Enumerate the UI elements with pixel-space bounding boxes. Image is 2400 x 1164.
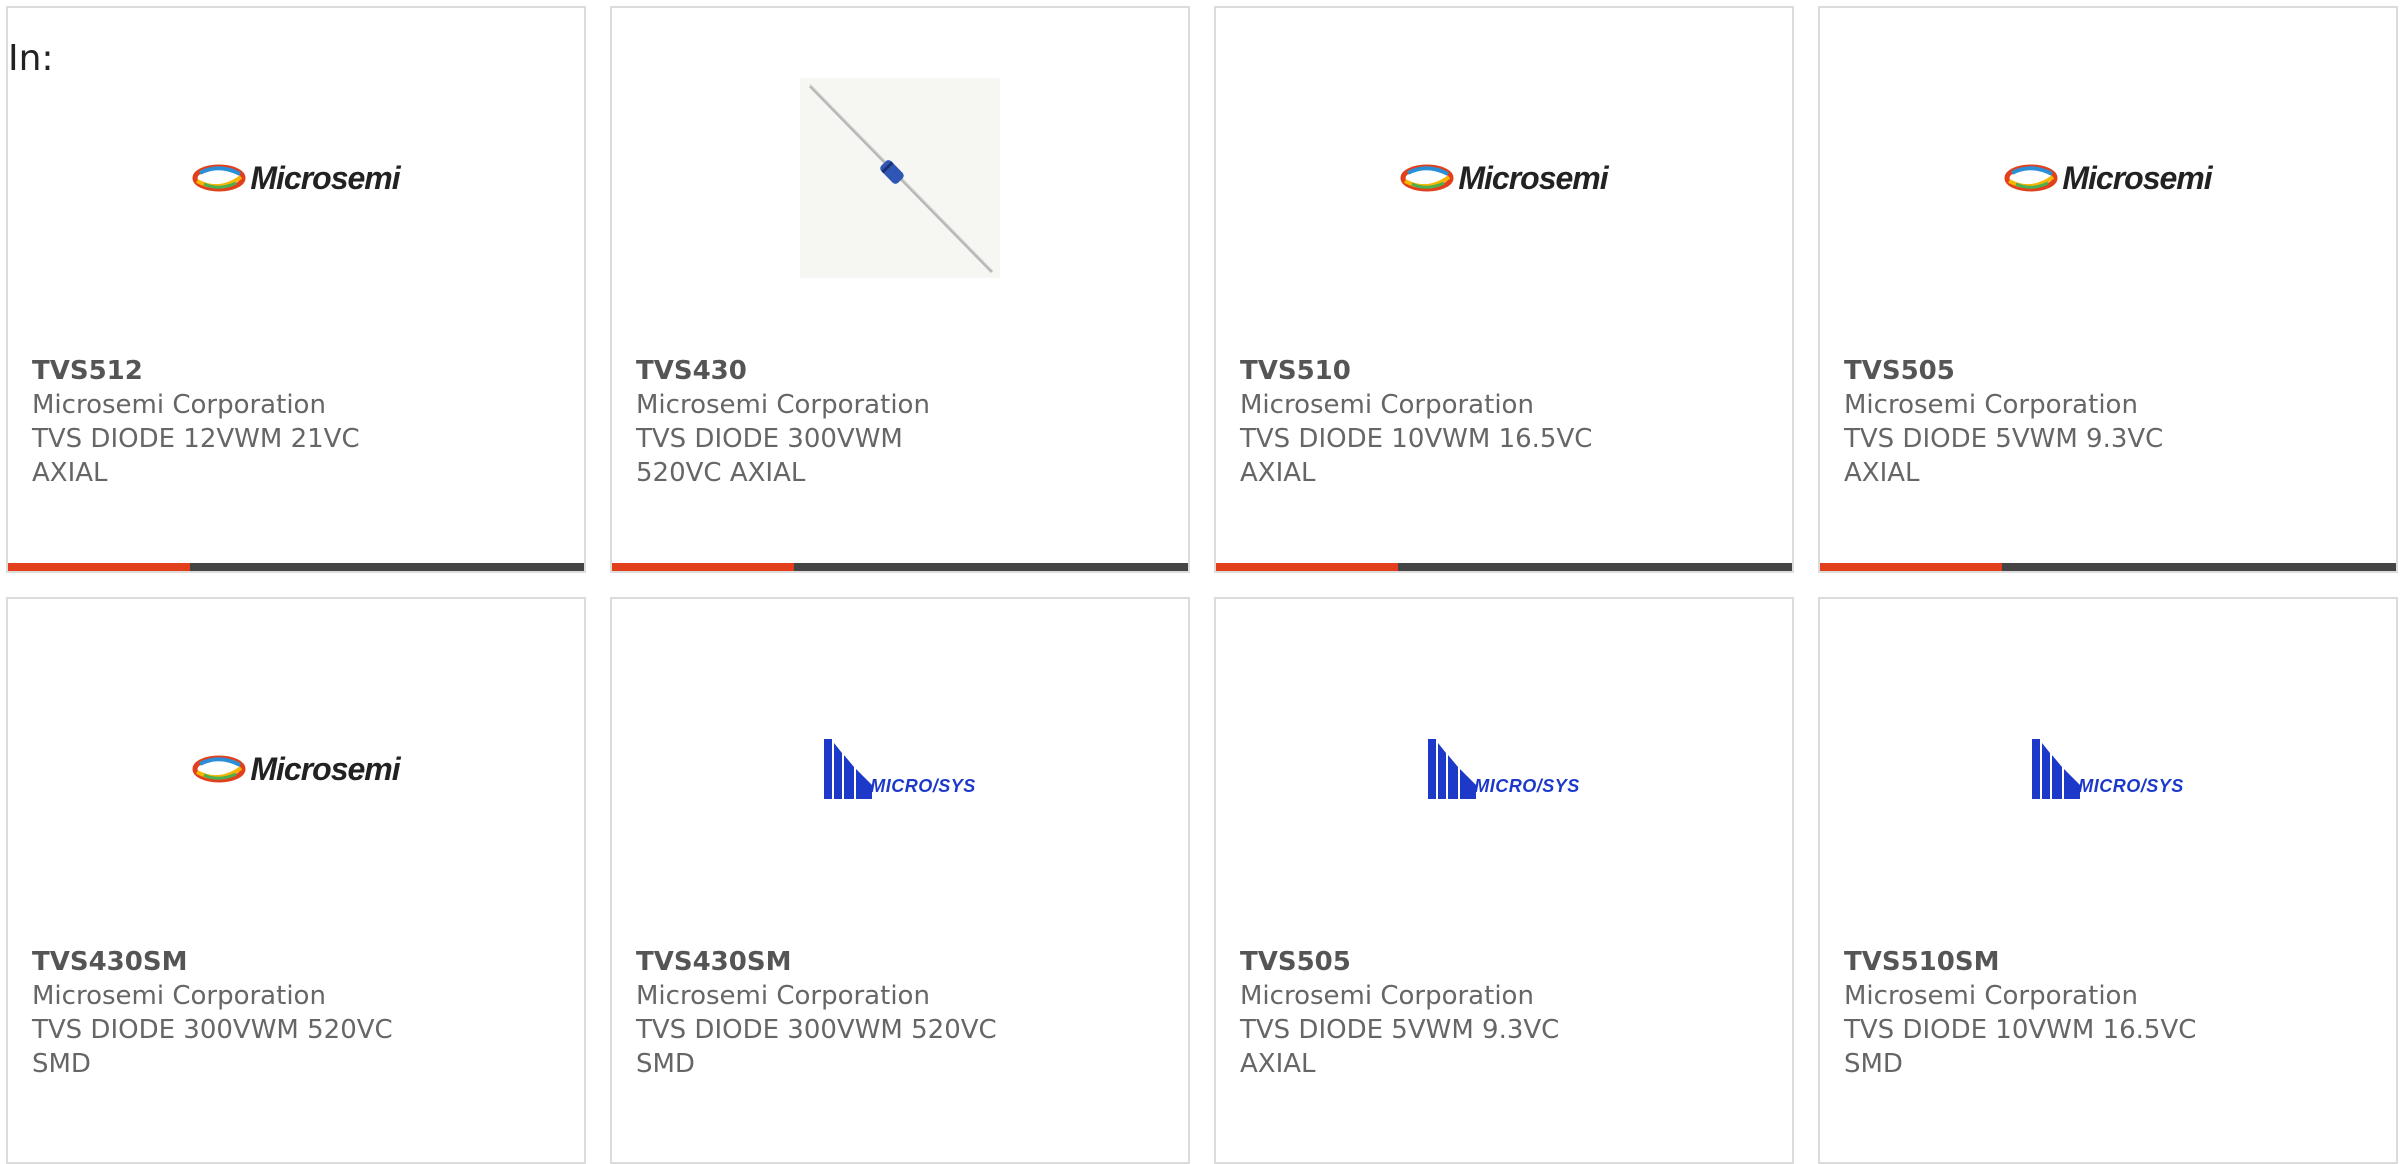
microsemi-logo: Microsemi	[192, 750, 401, 788]
product-image	[612, 78, 1188, 278]
part-number[interactable]: TVS510SM	[1844, 945, 2244, 979]
microsys-logo: MICRO/SYS	[2032, 739, 2184, 799]
part-number[interactable]: TVS510	[1240, 354, 1640, 388]
product-card[interactable]: MICRO/SYS TVS510SM Microsemi Corporation…	[1818, 597, 2398, 1164]
product-card[interactable]: MICRO/SYS TVS430SM Microsemi Corporation…	[610, 597, 1190, 1164]
description: TVS DIODE 10VWM 16.5VC AXIAL	[1240, 424, 1593, 488]
card-progress-bar	[1820, 563, 2396, 571]
manufacturer: Microsemi Corporation	[1844, 390, 2138, 420]
manufacturer: Microsemi Corporation	[32, 981, 326, 1011]
product-info: TVS510SM Microsemi Corporation TVS DIODE…	[1844, 945, 2244, 1081]
product-image: Microsemi	[1216, 78, 1792, 278]
description: TVS DIODE 300VWM 520VC AXIAL	[636, 424, 903, 488]
manufacturer: Microsemi Corporation	[1240, 390, 1534, 420]
card-bar-accent	[612, 563, 794, 571]
product-image: Microsemi	[1820, 78, 2396, 278]
microsys-building-icon	[824, 739, 873, 799]
microsemi-wordmark: Microsemi	[1458, 159, 1608, 196]
microsys-wordmark: MICRO/SYS	[870, 776, 976, 796]
product-image: Microsemi	[8, 669, 584, 869]
product-image: Microsemi	[8, 78, 584, 278]
card-progress-bar	[8, 563, 584, 571]
product-info: TVS505 Microsemi Corporation TVS DIODE 5…	[1844, 354, 2244, 490]
description: TVS DIODE 5VWM 9.3VC AXIAL	[1240, 1015, 1560, 1079]
part-number[interactable]: TVS512	[32, 354, 432, 388]
card-bar-accent	[8, 563, 190, 571]
microsemi-swoosh-icon	[192, 755, 246, 783]
product-info: TVS510 Microsemi Corporation TVS DIODE 1…	[1240, 354, 1640, 490]
product-card[interactable]: Microsemi TVS430SM Microsemi Corporation…	[6, 597, 586, 1164]
part-number[interactable]: TVS430SM	[32, 945, 432, 979]
microsemi-logo: Microsemi	[192, 159, 401, 197]
microsys-logo: MICRO/SYS	[824, 739, 976, 799]
product-info: TVS430SM Microsemi Corporation TVS DIODE…	[636, 945, 1036, 1081]
product-image: MICRO/SYS	[612, 669, 1188, 869]
card-progress-bar	[1216, 563, 1792, 571]
microsys-wordmark: MICRO/SYS	[1474, 776, 1580, 796]
manufacturer: Microsemi Corporation	[636, 390, 930, 420]
microsemi-logo: Microsemi	[2004, 159, 2213, 197]
manufacturer: Microsemi Corporation	[636, 981, 930, 1011]
manufacturer: Microsemi Corporation	[1240, 981, 1534, 1011]
description: TVS DIODE 5VWM 9.3VC AXIAL	[1844, 424, 2164, 488]
product-info: TVS430SM Microsemi Corporation TVS DIODE…	[32, 945, 432, 1081]
microsemi-swoosh-icon	[192, 164, 246, 192]
description: TVS DIODE 12VWM 21VC AXIAL	[32, 424, 360, 488]
part-number[interactable]: TVS430SM	[636, 945, 1036, 979]
microsemi-swoosh-icon	[1400, 164, 1454, 192]
manufacturer: Microsemi Corporation	[32, 390, 326, 420]
description: TVS DIODE 300VWM 520VC SMD	[636, 1015, 997, 1079]
card-progress-bar	[612, 563, 1188, 571]
product-card[interactable]: Microsemi TVS512 Microsemi Corporation T…	[6, 6, 586, 573]
product-card[interactable]: MICRO/SYS TVS505 Microsemi Corporation T…	[1214, 597, 1794, 1164]
description: TVS DIODE 10VWM 16.5VC SMD	[1844, 1015, 2197, 1079]
product-grid: Microsemi TVS512 Microsemi Corporation T…	[6, 6, 2398, 1164]
product-info: TVS512 Microsemi Corporation TVS DIODE 1…	[32, 354, 432, 490]
microsemi-wordmark: Microsemi	[250, 750, 400, 787]
microsemi-wordmark: Microsemi	[2062, 159, 2212, 196]
part-number[interactable]: TVS430	[636, 354, 1036, 388]
microsemi-logo: Microsemi	[1400, 159, 1609, 197]
product-info: TVS505 Microsemi Corporation TVS DIODE 5…	[1240, 945, 1640, 1081]
product-card[interactable]: Microsemi TVS505 Microsemi Corporation T…	[1818, 6, 2398, 573]
product-card[interactable]: Microsemi TVS510 Microsemi Corporation T…	[1214, 6, 1794, 573]
product-image: MICRO/SYS	[1216, 669, 1792, 869]
card-bar-accent	[1820, 563, 2002, 571]
microsemi-swoosh-icon	[2004, 164, 2058, 192]
microsemi-wordmark: Microsemi	[250, 159, 400, 196]
product-image: MICRO/SYS	[1820, 669, 2396, 869]
description: TVS DIODE 300VWM 520VC SMD	[32, 1015, 393, 1079]
in-label: In:	[8, 38, 54, 79]
microsys-logo: MICRO/SYS	[1428, 739, 1580, 799]
axial-diode-photo	[800, 78, 1000, 278]
card-bar-accent	[1216, 563, 1398, 571]
manufacturer: Microsemi Corporation	[1844, 981, 2138, 1011]
part-number[interactable]: TVS505	[1844, 354, 2244, 388]
microsys-wordmark: MICRO/SYS	[2078, 776, 2184, 796]
microsys-building-icon	[1428, 739, 1477, 799]
product-card[interactable]: TVS430 Microsemi Corporation TVS DIODE 3…	[610, 6, 1190, 573]
product-info: TVS430 Microsemi Corporation TVS DIODE 3…	[636, 354, 1036, 490]
part-number[interactable]: TVS505	[1240, 945, 1640, 979]
microsys-building-icon	[2032, 739, 2081, 799]
